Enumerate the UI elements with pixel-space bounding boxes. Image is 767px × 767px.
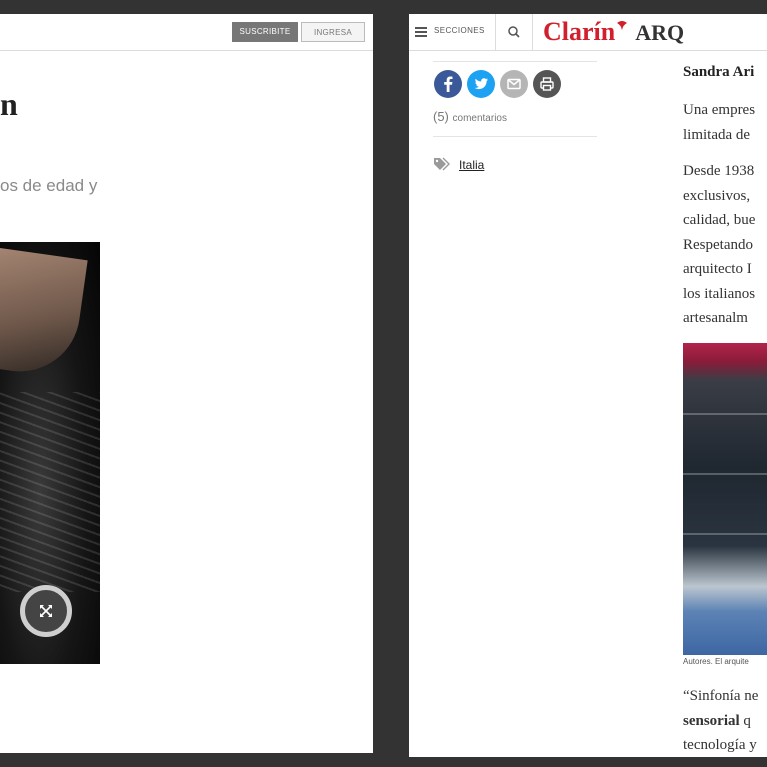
hero-image-texture	[0, 392, 100, 592]
paragraph-line: artesanalm	[683, 310, 748, 326]
section-name: ARQ	[635, 20, 685, 45]
subscribe-button[interactable]: SUSCRIBITE	[232, 22, 298, 42]
expand-image-button[interactable]	[20, 585, 72, 637]
sections-menu-button[interactable]: SECCIONES	[409, 14, 496, 50]
share-email-button[interactable]	[500, 70, 528, 98]
paragraph-line: “Sinfonía ne	[683, 688, 759, 704]
paragraph-line: tecnología y	[683, 737, 757, 753]
article-paragraph-2: Desde 1938 exclusivos, calidad, bue Resp…	[683, 159, 755, 331]
search-button[interactable]	[496, 14, 533, 50]
paragraph-line: sensorial q	[683, 709, 758, 734]
article-paragraph-3: “Sinfonía ne sensorial q tecnología y	[683, 684, 758, 757]
comments-link[interactable]: (5) comentarios	[433, 109, 507, 124]
paragraph-line: Desde 1938	[683, 163, 755, 179]
paragraph-line: exclusivos,	[683, 187, 751, 204]
tag-icon	[434, 157, 450, 171]
logo-mark-icon	[617, 21, 628, 30]
paragraph-line: arquitecto I	[683, 261, 752, 277]
article-paragraph-1: Una empres limitada de	[683, 98, 755, 147]
paragraph-line: calidad, bue	[683, 212, 756, 228]
divider	[433, 136, 597, 137]
expand-arrows-icon	[40, 605, 52, 617]
photo-detail	[683, 473, 767, 475]
paragraph-line: Una empres	[683, 102, 756, 118]
share-twitter-button[interactable]	[467, 70, 495, 98]
brand-name: Clarín	[543, 17, 616, 46]
article-photo[interactable]	[683, 343, 767, 655]
left-browser-window: SUSCRIBITE INGRESA n os de edad y	[0, 14, 373, 753]
facebook-icon	[444, 76, 453, 92]
print-button[interactable]	[533, 70, 561, 98]
hero-image-curve	[0, 242, 88, 380]
photo-caption: Autores. El arquite	[683, 657, 749, 666]
article-author: Sandra Ari	[683, 64, 755, 80]
right-browser-window: SECCIONES Clarín ARQ (5) comentarios Ita…	[409, 14, 767, 757]
comments-count: (5)	[433, 109, 449, 124]
paragraph-line: limitada de	[683, 126, 751, 143]
brand-logo[interactable]: Clarín ARQ	[543, 17, 684, 47]
search-icon	[508, 26, 520, 38]
comments-label: comentarios	[452, 113, 507, 124]
paragraph-line: los italianos	[683, 285, 756, 302]
login-button[interactable]: INGRESA	[301, 22, 365, 42]
bold-text: sensorial	[683, 712, 740, 729]
tag-link-italia[interactable]: Italia	[459, 158, 484, 172]
text-run: q	[739, 712, 751, 729]
share-facebook-button[interactable]	[434, 70, 462, 98]
hamburger-icon	[415, 27, 427, 37]
site-header: SECCIONES Clarín ARQ	[409, 14, 767, 51]
article-subtitle: os de edad y	[0, 176, 98, 195]
paragraph-line: Respetando	[683, 236, 753, 253]
email-icon	[507, 78, 521, 90]
article-headline: n	[0, 86, 18, 122]
twitter-icon	[474, 78, 488, 90]
photo-detail	[683, 533, 767, 535]
divider	[433, 61, 597, 62]
sections-menu-label: SECCIONES	[434, 26, 485, 35]
site-header: SUSCRIBITE INGRESA	[0, 14, 373, 51]
photo-detail	[683, 413, 767, 415]
print-icon	[540, 77, 554, 91]
